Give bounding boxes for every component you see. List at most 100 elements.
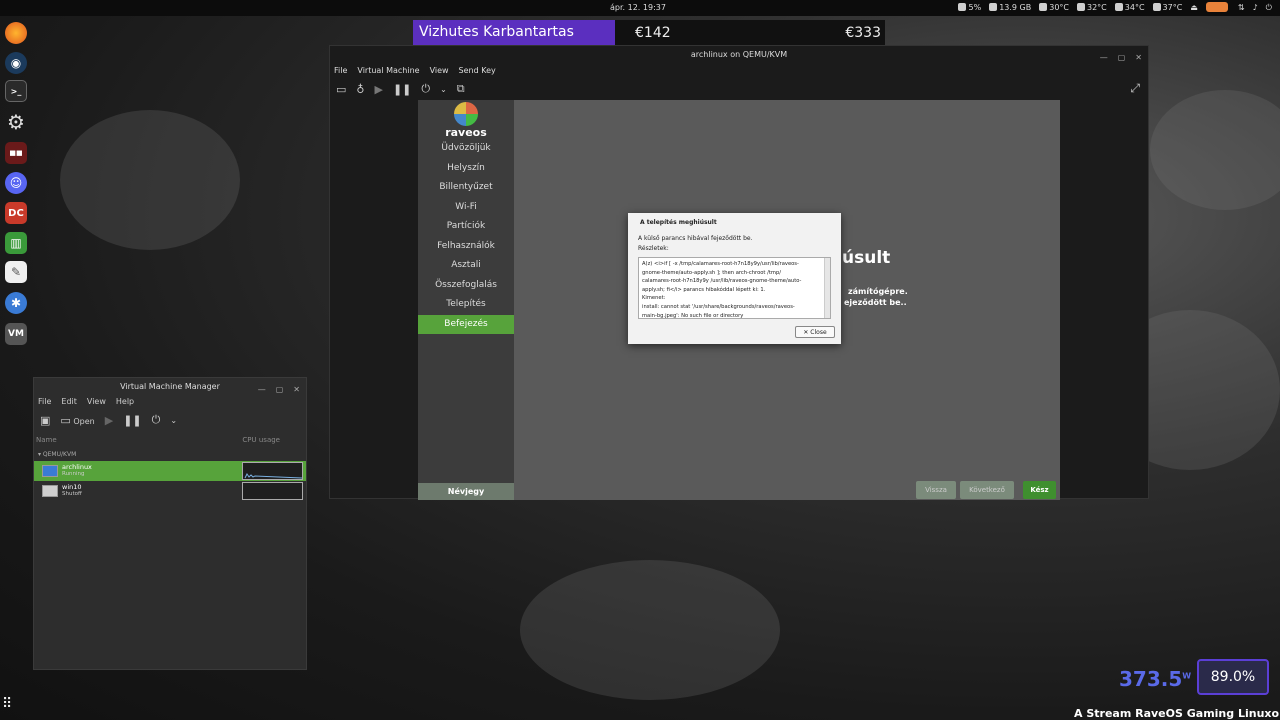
menu-view[interactable]: View (430, 64, 449, 78)
monitor-icon[interactable]: ▭ (336, 83, 346, 96)
about-button[interactable]: Névjegy (418, 483, 514, 500)
window-titlebar[interactable]: archlinux on QEMU/KVM — ▢ ✕ (330, 46, 1148, 64)
installer-step: Billentyűzet (439, 182, 493, 192)
power-menu-icon[interactable]: ⏻ (1266, 3, 1272, 13)
dc-app-icon[interactable]: DC (5, 202, 27, 224)
watt-value: 373.5 (1119, 667, 1183, 691)
column-cpu-usage[interactable]: CPU usage (242, 432, 280, 448)
clock[interactable]: ápr. 12. 19:37 (610, 3, 666, 12)
cpu-indicator[interactable]: 5% (958, 3, 981, 12)
power-icon[interactable]: ⏻ (421, 82, 430, 96)
fullscreen-icon[interactable]: ⤢ (1130, 81, 1140, 96)
installer-step: Asztali (451, 260, 481, 270)
close-button[interactable]: ✕ Close (795, 326, 835, 338)
menu-file[interactable]: File (334, 64, 347, 78)
text-editor-icon[interactable]: ▥ (5, 232, 27, 254)
power-icon[interactable]: ⏻ (152, 413, 161, 427)
app-grid-icon[interactable]: ⠿ (2, 696, 12, 712)
details-line: A(z) <i>if [ -x /tmp/calamares-root-h7n1… (642, 261, 799, 267)
ram-value: 13.9 GB (999, 3, 1032, 12)
wallpaper-leaf (60, 110, 240, 250)
pause-icon[interactable]: ❚❚ (393, 83, 411, 96)
done-button[interactable]: Kész (1023, 481, 1056, 499)
toolbar: ▣ ▭ Open ▶ ❚❚ ⏻ ⌄ (34, 408, 306, 432)
play-icon[interactable]: ▶ (105, 414, 113, 427)
volume-icon[interactable]: ♪ (1253, 3, 1258, 12)
details-text-area[interactable]: A(z) <i>if [ -x /tmp/calamares-root-h7n1… (638, 257, 831, 319)
menu-file[interactable]: File (38, 395, 51, 408)
thermometer-icon (1152, 3, 1161, 11)
watt-unit: W (1182, 671, 1192, 681)
installer-icon[interactable]: ✱ (5, 292, 27, 314)
minimize-icon[interactable]: — (1100, 49, 1108, 67)
ram-indicator[interactable]: 13.9 GB (989, 3, 1031, 12)
wallpaper-leaf (1150, 90, 1280, 210)
game-app-icon[interactable]: ■■ (5, 142, 27, 164)
chevron-down-icon[interactable]: ⌄ (440, 85, 447, 94)
open-button[interactable]: ▭ Open (60, 414, 94, 427)
finish-title: úsult (842, 248, 891, 268)
menu-send-key[interactable]: Send Key (459, 64, 496, 78)
open-label: Open (73, 416, 95, 426)
settings-icon[interactable]: ⚙ (5, 110, 27, 134)
installer-step: Összefoglalás (435, 279, 497, 290)
menubar: File Virtual Machine View Send Key (330, 64, 1148, 78)
temp-indicator-1[interactable]: 30°C (1039, 3, 1069, 12)
back-button[interactable]: Vissza (916, 481, 956, 499)
temp-value: 34°C (1124, 3, 1145, 12)
firefox-icon[interactable] (5, 22, 27, 44)
cpu-value: 5% (968, 3, 982, 12)
terminal-icon[interactable]: >_ (5, 80, 27, 102)
temp-indicator-3[interactable]: 34°C (1114, 3, 1145, 12)
menu-help[interactable]: Help (116, 395, 134, 408)
close-icon[interactable]: ✕ (1135, 49, 1142, 67)
snapshot-icon[interactable]: ⧉ (457, 82, 465, 96)
vm-state: Running (62, 471, 85, 477)
error-dialog: A telepítés meghiúsult A külső parancs h… (628, 213, 841, 344)
discord-icon[interactable]: ☺ (5, 172, 27, 194)
chevron-down-icon[interactable]: ⌄ (170, 416, 177, 425)
tray-app-icon[interactable] (1205, 2, 1230, 13)
window-titlebar[interactable]: Virtual Machine Manager — ▢ ✕ (34, 378, 306, 395)
installer-step: Üdvözöljük (441, 143, 491, 153)
new-vm-icon[interactable]: ▣ (40, 414, 50, 427)
banner-title: Vizhutes Karbantartas (413, 20, 615, 45)
details-scrollbar[interactable] (824, 258, 830, 318)
thermometer-icon (1039, 3, 1048, 11)
vm-row-archlinux[interactable]: archlinux Running (34, 461, 306, 481)
maximize-icon[interactable]: ▢ (1118, 49, 1126, 67)
close-icon[interactable]: ✕ (293, 381, 300, 398)
menu-virtual-machine[interactable]: Virtual Machine (357, 64, 419, 78)
temp-indicator-4[interactable]: 37°C (1152, 3, 1182, 12)
cpu-icon (958, 3, 967, 11)
maximize-icon[interactable]: ▢ (276, 381, 284, 398)
vm-name: archlinux (62, 463, 92, 471)
details-line: gnome-theme/auto-apply.sh ]; then arch-c… (642, 269, 781, 276)
usage-percent: 89.0% (1197, 659, 1269, 695)
virt-manager-icon[interactable]: VM (5, 323, 27, 345)
raveos-logo: raveos (418, 100, 514, 139)
menu-view[interactable]: View (87, 395, 106, 408)
network-icon[interactable]: ⇅ (1238, 3, 1245, 12)
vm-row-win10[interactable]: win10 Shutoff (34, 481, 306, 501)
system-tray: 5% 13.9 GB 30°C 32°C 34°C 37°C ⏏ ⇅ ♪ ⏻ (958, 2, 1272, 13)
notes-icon[interactable]: ✎ (5, 261, 27, 283)
app-dock: ◉ >_ ⚙ ■■ ☺ DC ▥ ✎ ✱ VM (0, 18, 32, 348)
column-name[interactable]: Name (36, 432, 57, 448)
window-title: Virtual Machine Manager (120, 382, 220, 391)
eject-icon[interactable]: ⏏ (1190, 3, 1198, 12)
lightbulb-icon[interactable]: ♁ (356, 83, 364, 96)
cpu-usage-graph (242, 462, 303, 480)
minimize-icon[interactable]: — (258, 381, 266, 398)
steam-icon[interactable]: ◉ (5, 52, 27, 74)
list-header: Name CPU usage (34, 432, 306, 448)
connection-group[interactable]: ▾ QEMU/KVM (34, 448, 306, 461)
menu-edit[interactable]: Edit (61, 395, 77, 408)
ram-icon (989, 3, 998, 11)
pause-icon[interactable]: ❚❚ (123, 414, 141, 427)
stream-ticker: A Stream RaveOS Gaming Linuxon fut (1074, 707, 1280, 720)
play-icon[interactable]: ▶ (374, 83, 382, 96)
temp-indicator-2[interactable]: 32°C (1077, 3, 1107, 12)
next-button[interactable]: Következő (960, 481, 1014, 499)
temp-value: 32°C (1087, 3, 1107, 12)
